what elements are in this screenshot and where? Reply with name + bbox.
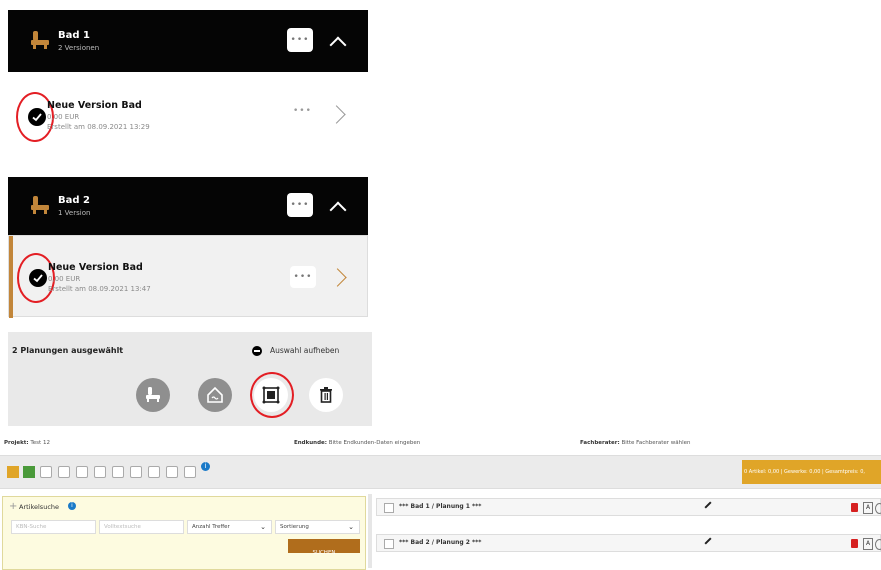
planning-row[interactable]: *** Bad 1 / Planung 1 *** A [376, 498, 881, 516]
group-title: Bad 2 [58, 195, 90, 206]
clear-selection-link[interactable]: Auswahl aufheben [270, 346, 339, 355]
list-icon[interactable] [58, 466, 70, 478]
trash-icon [320, 387, 332, 403]
bathtub-icon [146, 387, 160, 402]
selection-highlight-ring [250, 372, 294, 418]
save-icon[interactable] [184, 466, 196, 478]
info-icon[interactable]: i [201, 462, 210, 471]
group-subtitle: 1 Version [58, 209, 91, 217]
calculator-icon[interactable] [23, 466, 35, 478]
percent-refresh-icon[interactable] [148, 466, 160, 478]
chevron-right-icon[interactable] [328, 268, 347, 287]
summary-text: 0 Artikel: 0,00 | Gewerke: 0,00 | Gesamt… [744, 469, 865, 475]
version-menu-button[interactable]: ••• [293, 106, 312, 116]
image-icon[interactable] [94, 466, 106, 478]
erp-toolbar: i 0 Artikel: 0,00 | Gewerke: 0,00 | Gesa… [0, 455, 881, 489]
hits-select-label: Anzahl Treffer [192, 524, 230, 530]
group-title: Bad 1 [58, 30, 90, 41]
article-search-panel: + Artikelsuche i KBN-Suche Volltextsuche… [2, 496, 366, 570]
consultant-label: Fachberater: [580, 440, 620, 446]
cart-plus-icon[interactable] [166, 466, 178, 478]
search-button-label: SUCHEN [312, 550, 336, 556]
bathtub-action-button[interactable] [136, 378, 170, 412]
customer-label: Endkunde: [294, 440, 327, 446]
hits-select[interactable]: Anzahl Treffer ⌄ [187, 520, 272, 534]
chevron-right-icon[interactable] [327, 105, 346, 124]
refresh-icon[interactable] [130, 466, 142, 478]
customer-value: Bitte Endkunden-Daten eingeben [328, 440, 421, 446]
consultant-value: Bitte Fachberater wählen [621, 440, 691, 446]
selection-count: 2 Planungen ausgewählt [12, 346, 124, 355]
checkbox[interactable] [384, 503, 394, 513]
planning-title: *** Bad 1 / Planung 1 *** [399, 503, 482, 510]
expand-icon[interactable] [40, 466, 52, 478]
selection-action-bar: 2 Planungen ausgewählt Auswahl aufheben [8, 332, 372, 426]
version-menu-button[interactable]: ••• [290, 266, 316, 288]
cart-icon[interactable] [7, 466, 19, 478]
house-action-button[interactable] [198, 378, 232, 412]
plus-icon[interactable]: + [9, 501, 17, 512]
sort-select-label: Sortierung [280, 524, 309, 530]
info-icon[interactable]: i [68, 502, 76, 510]
fulltext-search-input[interactable]: Volltextsuche [99, 520, 184, 534]
selected-indicator-bar [9, 236, 13, 318]
project-info: Projekt: Test 12 [4, 440, 50, 446]
chart-icon[interactable] [112, 466, 124, 478]
project-value: Test 12 [30, 440, 50, 446]
group-menu-button[interactable]: ••• [287, 28, 313, 52]
group-subtitle: 2 Versionen [58, 44, 100, 52]
version-row[interactable]: Neue Version Bad 0,00 EUR Erstellt am 08… [8, 72, 368, 160]
pencil-icon[interactable] [704, 537, 712, 545]
group-menu-button[interactable]: ••• [287, 193, 313, 217]
copy-icon[interactable] [875, 503, 881, 514]
bathtub-icon [31, 196, 49, 214]
delete-action-button[interactable] [309, 378, 343, 412]
planning-row[interactable]: *** Bad 2 / Planung 2 *** A [376, 534, 881, 552]
chevron-down-icon: ⌄ [260, 523, 266, 531]
chevron-up-icon[interactable] [329, 36, 347, 54]
kbn-search-input[interactable]: KBN-Suche [11, 520, 96, 534]
copy-icon[interactable] [875, 539, 881, 550]
text-a-icon[interactable]: A [863, 538, 873, 550]
group-header-bad-2[interactable]: Bad 2 1 Version ••• [8, 177, 368, 235]
group-header-bad-1[interactable]: Bad 1 2 Versionen ••• [8, 10, 368, 72]
search-button[interactable]: SUCHEN [288, 539, 360, 556]
erp-header: Projekt: Test 12 Endkunde: Bitte Endkund… [0, 438, 881, 450]
house-icon [207, 386, 223, 403]
version-title: Neue Version Bad [48, 262, 143, 273]
pencil-icon[interactable] [704, 501, 712, 509]
panel-splitter[interactable] [368, 494, 372, 568]
project-label: Projekt: [4, 440, 29, 446]
trash-icon[interactable] [851, 539, 858, 548]
summary-banner: 0 Artikel: 0,00 | Gewerke: 0,00 | Gesamt… [742, 460, 881, 484]
version-row[interactable]: Neue Version Bad 0,00 EUR Erstellt am 08… [8, 235, 368, 318]
planning-title: *** Bad 2 / Planung 2 *** [399, 539, 482, 546]
chevron-up-icon[interactable] [329, 201, 347, 219]
search-panel-title: Artikelsuche [19, 503, 60, 511]
version-created: Erstellt am 08.09.2021 13:47 [48, 285, 151, 293]
chevron-down-icon: ⌄ [348, 523, 354, 531]
customer-info[interactable]: Endkunde: Bitte Endkunden-Daten eingeben [294, 440, 420, 446]
sort-select[interactable]: Sortierung ⌄ [275, 520, 360, 534]
version-created: Erstellt am 08.09.2021 13:29 [47, 123, 150, 131]
version-title: Neue Version Bad [47, 100, 142, 111]
consultant-info[interactable]: Fachberater: Bitte Fachberater wählen [580, 440, 691, 446]
trash-icon[interactable] [851, 503, 858, 512]
bathtub-icon [31, 31, 49, 49]
filter-list-icon[interactable] [76, 466, 88, 478]
checkbox[interactable] [384, 539, 394, 549]
text-a-icon[interactable]: A [863, 502, 873, 514]
clear-selection-icon[interactable] [252, 346, 262, 356]
